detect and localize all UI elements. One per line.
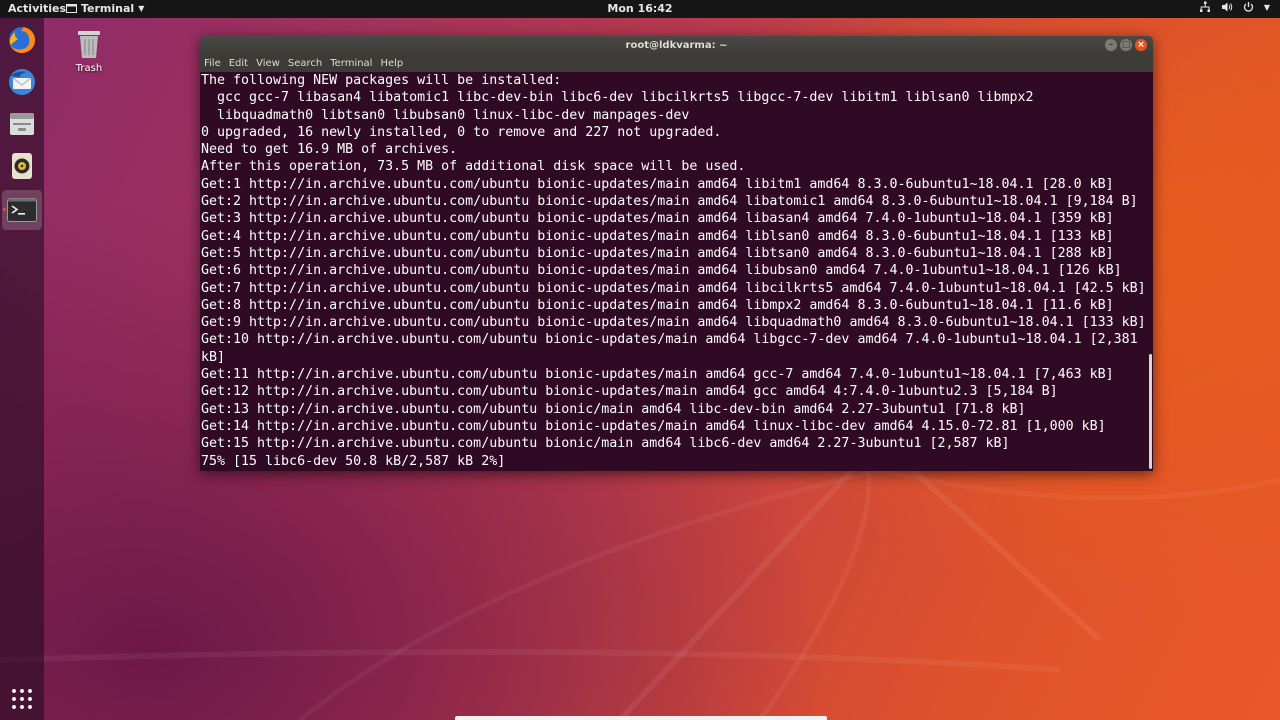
bottom-edge-indicator: [455, 716, 827, 720]
dock-item-firefox[interactable]: [2, 20, 42, 60]
dock-item-thunderbird[interactable]: [2, 62, 42, 102]
terminal-line: Get:9 http://in.archive.ubuntu.com/ubunt…: [201, 315, 1146, 331]
trash-label: Trash: [75, 63, 103, 74]
caret-down-icon: ▼: [1263, 2, 1270, 12]
network-icon: [1199, 1, 1210, 12]
terminal-output[interactable]: The following NEW packages will be insta…: [200, 72, 1146, 471]
terminal-line: Get:12 http://in.archive.ubuntu.com/ubun…: [201, 384, 1058, 400]
menu-search[interactable]: Search: [284, 56, 326, 72]
terminal-line: libquadmath0 libtsan0 libubsan0 linux-li…: [201, 107, 690, 123]
show-applications-icon[interactable]: [11, 688, 33, 710]
terminal-scrollbar[interactable]: [1149, 354, 1152, 469]
terminal-line: Get:8 http://in.archive.ubuntu.com/ubunt…: [201, 297, 1114, 313]
terminal-progress-line: 75% [15 libc6-dev 50.8 kB/2,587 kB 2%]: [201, 453, 506, 469]
terminal-line: Get:10 http://in.archive.ubuntu.com/ubun…: [201, 332, 1138, 348]
terminal-line: The following NEW packages will be insta…: [201, 73, 562, 88]
window-titlebar[interactable]: root@ldkvarma: ~ – □ ×: [200, 36, 1153, 56]
top-bar: Activities Terminal ▼ Mon 16:42 ▼: [0, 0, 1280, 18]
terminal-line: Get:11 http://in.archive.ubuntu.com/ubun…: [201, 367, 1114, 383]
terminal-line: gcc gcc-7 libasan4 libatomic1 libc-dev-b…: [201, 90, 1034, 106]
volume-icon: [1221, 2, 1233, 12]
dock-item-rhythmbox[interactable]: [2, 146, 42, 186]
power-icon: [1243, 2, 1253, 12]
dock-item-files[interactable]: [2, 104, 42, 144]
terminal-line: Get:6 http://in.archive.ubuntu.com/ubunt…: [201, 263, 1122, 279]
terminal-line: Get:5 http://in.archive.ubuntu.com/ubunt…: [201, 245, 1114, 261]
menu-help[interactable]: Help: [376, 56, 407, 72]
terminal-line: Get:15 http://in.archive.ubuntu.com/ubun…: [201, 436, 1010, 452]
maximize-button[interactable]: □: [1120, 39, 1132, 51]
menu-terminal[interactable]: Terminal: [326, 56, 376, 72]
minimize-button[interactable]: –: [1105, 39, 1117, 51]
desktop-trash[interactable]: Trash: [66, 28, 112, 74]
terminal-line: Get:7 http://in.archive.ubuntu.com/ubunt…: [201, 280, 1146, 296]
terminal-line: Get:13 http://in.archive.ubuntu.com/ubun…: [201, 401, 1026, 417]
files-icon: [10, 113, 34, 135]
menu-edit[interactable]: Edit: [225, 56, 252, 72]
terminal-line: 0 upgraded, 16 newly installed, 0 to rem…: [201, 124, 722, 140]
terminal-window[interactable]: root@ldkvarma: ~ – □ × File Edit View Se…: [200, 36, 1153, 471]
terminal-line: Get:1 http://in.archive.ubuntu.com/ubunt…: [201, 176, 1114, 192]
firefox-icon: [9, 27, 35, 53]
terminal-line: Get:2 http://in.archive.ubuntu.com/ubunt…: [201, 194, 1138, 210]
dock: [0, 18, 44, 720]
window-controls: – □ ×: [1105, 39, 1147, 51]
terminal-line: Need to get 16.9 MB of archives.: [201, 142, 458, 158]
terminal-line: Get:4 http://in.archive.ubuntu.com/ubunt…: [201, 228, 1114, 244]
close-button[interactable]: ×: [1135, 39, 1147, 51]
system-status-area[interactable]: ▼: [1199, 1, 1270, 13]
terminal-menubar: File Edit View Search Terminal Help: [200, 56, 1153, 72]
clock[interactable]: Mon 16:42: [0, 2, 1280, 15]
window-title: root@ldkvarma: ~: [625, 40, 728, 51]
rhythmbox-icon: [12, 153, 32, 179]
trash-icon: [78, 31, 100, 58]
terminal-icon: [7, 198, 37, 222]
terminal-line: Get:3 http://in.archive.ubuntu.com/ubunt…: [201, 211, 1114, 227]
dock-item-terminal[interactable]: [2, 190, 42, 230]
menu-view[interactable]: View: [252, 56, 284, 72]
terminal-line: Get:14 http://in.archive.ubuntu.com/ubun…: [201, 418, 1106, 434]
running-indicator: [3, 208, 6, 211]
thunderbird-icon: [9, 69, 35, 95]
menu-file[interactable]: File: [200, 56, 225, 72]
terminal-line: kB]: [201, 349, 226, 365]
terminal-line: After this operation, 73.5 MB of additio…: [201, 159, 746, 175]
